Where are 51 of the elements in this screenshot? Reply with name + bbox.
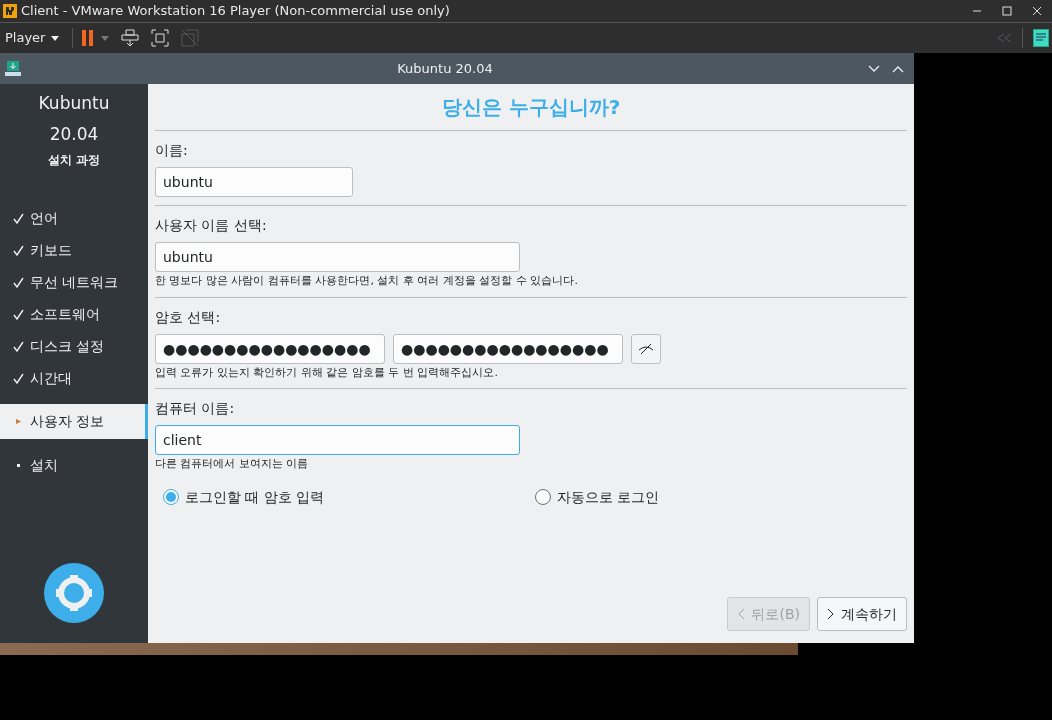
- computer-name-field[interactable]: client: [155, 425, 520, 455]
- installer-title: Kubuntu 20.04: [396, 59, 494, 78]
- pause-icon[interactable]: [81, 30, 96, 46]
- window-title: Client - VMware Workstation 16 Player (Non-commercial use only): [21, 2, 450, 21]
- step-label: 무선 네트워크: [30, 272, 119, 292]
- maximize-icon[interactable]: [1002, 6, 1012, 16]
- password-field[interactable]: ●●●●●●●●●●●●●●●●●: [155, 333, 385, 364]
- step-label: 키보드: [30, 240, 72, 260]
- radio-option[interactable]: 로그인할 때 암호 입력: [163, 486, 535, 508]
- close-icon[interactable]: [1032, 6, 1042, 16]
- chevron-left-icon: [737, 608, 746, 620]
- step-label: 디스크 설정: [30, 336, 105, 356]
- player-menu[interactable]: Player: [0, 23, 65, 53]
- hint-text: 한 명보다 많은 사람이 컴퓨터를 사용한다면, 설치 후 여러 계정을 설정할 수 있습니다.: [155, 273, 579, 289]
- minimize-chevron-icon[interactable]: [868, 64, 880, 73]
- step-label: 언어: [30, 208, 58, 228]
- hint-text: 다른 컴퓨터에서 보여지는 이름: [155, 456, 310, 472]
- maximize-chevron-icon[interactable]: [892, 64, 904, 73]
- product-name: Kubuntu: [37, 92, 111, 115]
- confirm-password-field[interactable]: ●●●●●●●●●●●●●●●●●: [393, 333, 623, 364]
- check-icon: [13, 244, 24, 256]
- page-heading: 당신은 누구십니까?: [440, 94, 622, 121]
- check-icon: [13, 340, 24, 352]
- step-label: 시간대: [30, 368, 72, 388]
- radio-option[interactable]: 자동으로 로그인: [535, 486, 907, 508]
- field-label: 이름:: [155, 141, 189, 160]
- caret-icon: [51, 35, 60, 41]
- notes-icon[interactable]: [1033, 29, 1049, 47]
- check-icon: [13, 308, 24, 320]
- check-icon: [13, 372, 24, 384]
- caret-icon[interactable]: [101, 35, 110, 41]
- field-label: 컴퓨터 이름:: [155, 399, 236, 418]
- installer-icon: [4, 59, 22, 78]
- eye-slash-icon: [638, 342, 654, 355]
- step-label: 사용자 정보: [30, 412, 105, 431]
- triangle-icon: [16, 419, 21, 424]
- product-version: 20.04: [48, 122, 100, 146]
- field-label: 암호 선택:: [155, 307, 222, 327]
- step-label: 설치: [30, 455, 58, 475]
- name-field[interactable]: ubuntu: [155, 167, 353, 197]
- check-icon: [13, 212, 24, 224]
- sidebar-subtitle: 설치 과정: [46, 152, 102, 169]
- check-icon: [13, 276, 24, 288]
- fullscreen-icon[interactable]: [151, 29, 170, 47]
- hint-text: 입력 오류가 있는지 확인하기 위해 같은 암호를 두 번 입력해주십시오.: [155, 364, 499, 381]
- username-field[interactable]: ubuntu: [155, 242, 520, 272]
- next-button[interactable]: 계속하기: [817, 597, 907, 631]
- step-label: 소프트웨어: [30, 304, 100, 324]
- toggle-visibility-button[interactable]: [631, 333, 661, 364]
- chevron-right-icon: [827, 608, 835, 620]
- field-label: 사용자 이름 선택:: [155, 216, 268, 235]
